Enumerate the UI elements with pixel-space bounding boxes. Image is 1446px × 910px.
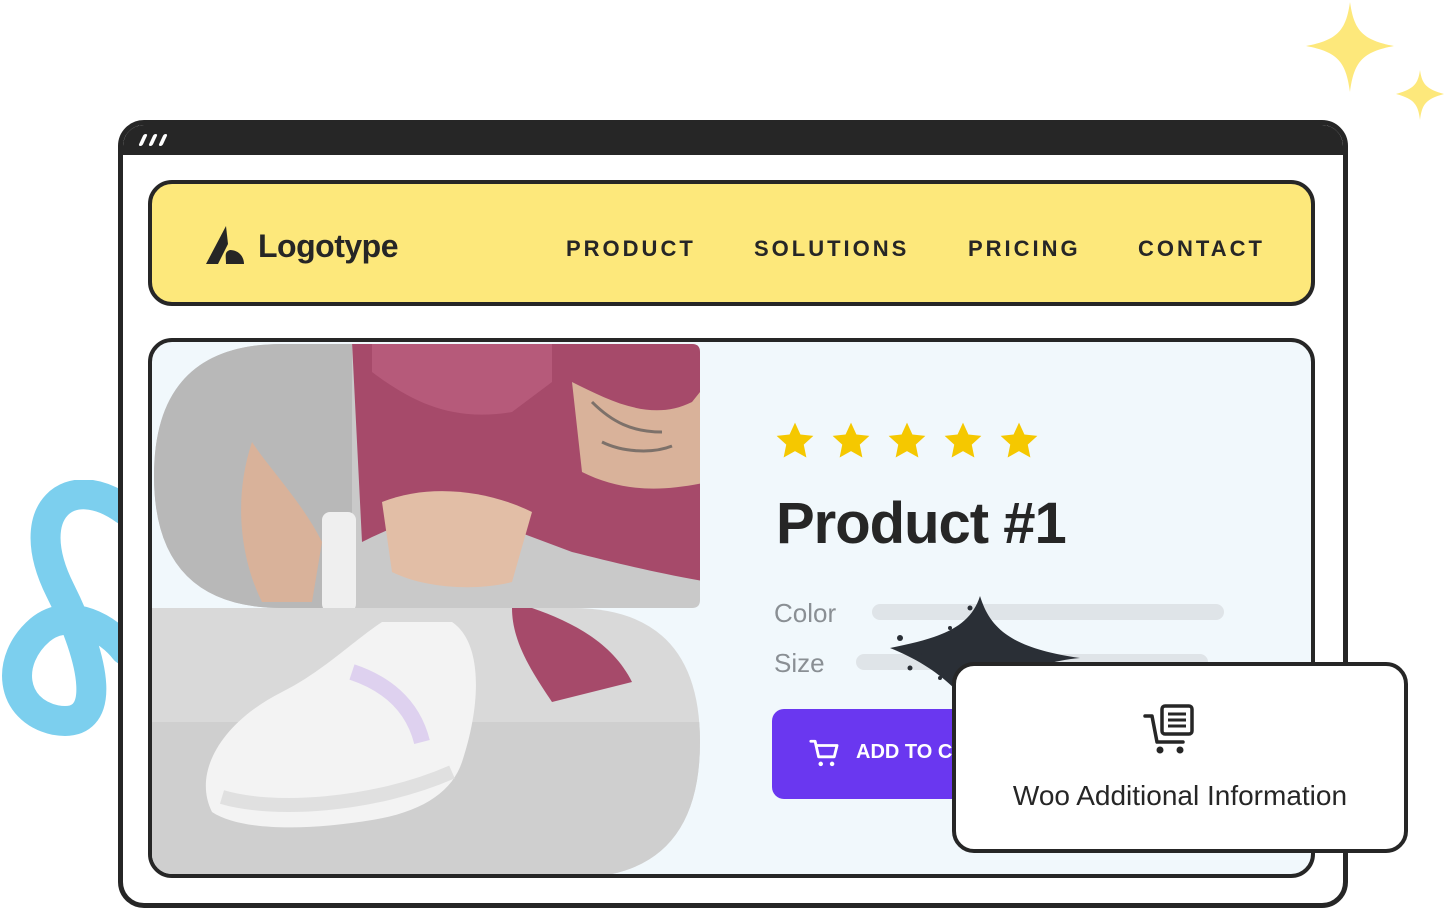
product-image: [152, 344, 700, 874]
nav-item-product[interactable]: PRODUCT: [566, 236, 696, 262]
logo-icon[interactable]: [204, 224, 248, 268]
star-icon: [944, 422, 982, 458]
star-icon: [888, 422, 926, 458]
woo-info-card[interactable]: Woo Additional Information: [952, 662, 1408, 853]
nav-item-contact[interactable]: CONTACT: [1138, 236, 1265, 262]
woo-info-label: Woo Additional Information: [1012, 780, 1348, 811]
window-dots-icon: [138, 134, 168, 146]
cart-icon: [809, 739, 839, 767]
size-label: Size: [774, 648, 825, 678]
nav-item-solutions[interactable]: SOLUTIONS: [754, 236, 909, 262]
nav-item-pricing[interactable]: PRICING: [968, 236, 1081, 262]
squiggle-decoration: [2, 480, 125, 736]
logo-text[interactable]: Logotype: [258, 228, 398, 265]
site-navbar: Logotype PRODUCT SOLUTIONS PRICING CONTA…: [148, 180, 1315, 306]
rating-stars: [774, 420, 1040, 462]
star-icon: [1000, 422, 1038, 458]
browser-titlebar: [123, 125, 1343, 155]
product-title: Product #1: [776, 491, 1067, 556]
star-icon: [776, 422, 814, 458]
color-label: Color: [774, 598, 837, 628]
sparkles-icon: [1306, 2, 1444, 120]
cart-list-icon: [1143, 704, 1194, 754]
star-icon: [832, 422, 870, 458]
